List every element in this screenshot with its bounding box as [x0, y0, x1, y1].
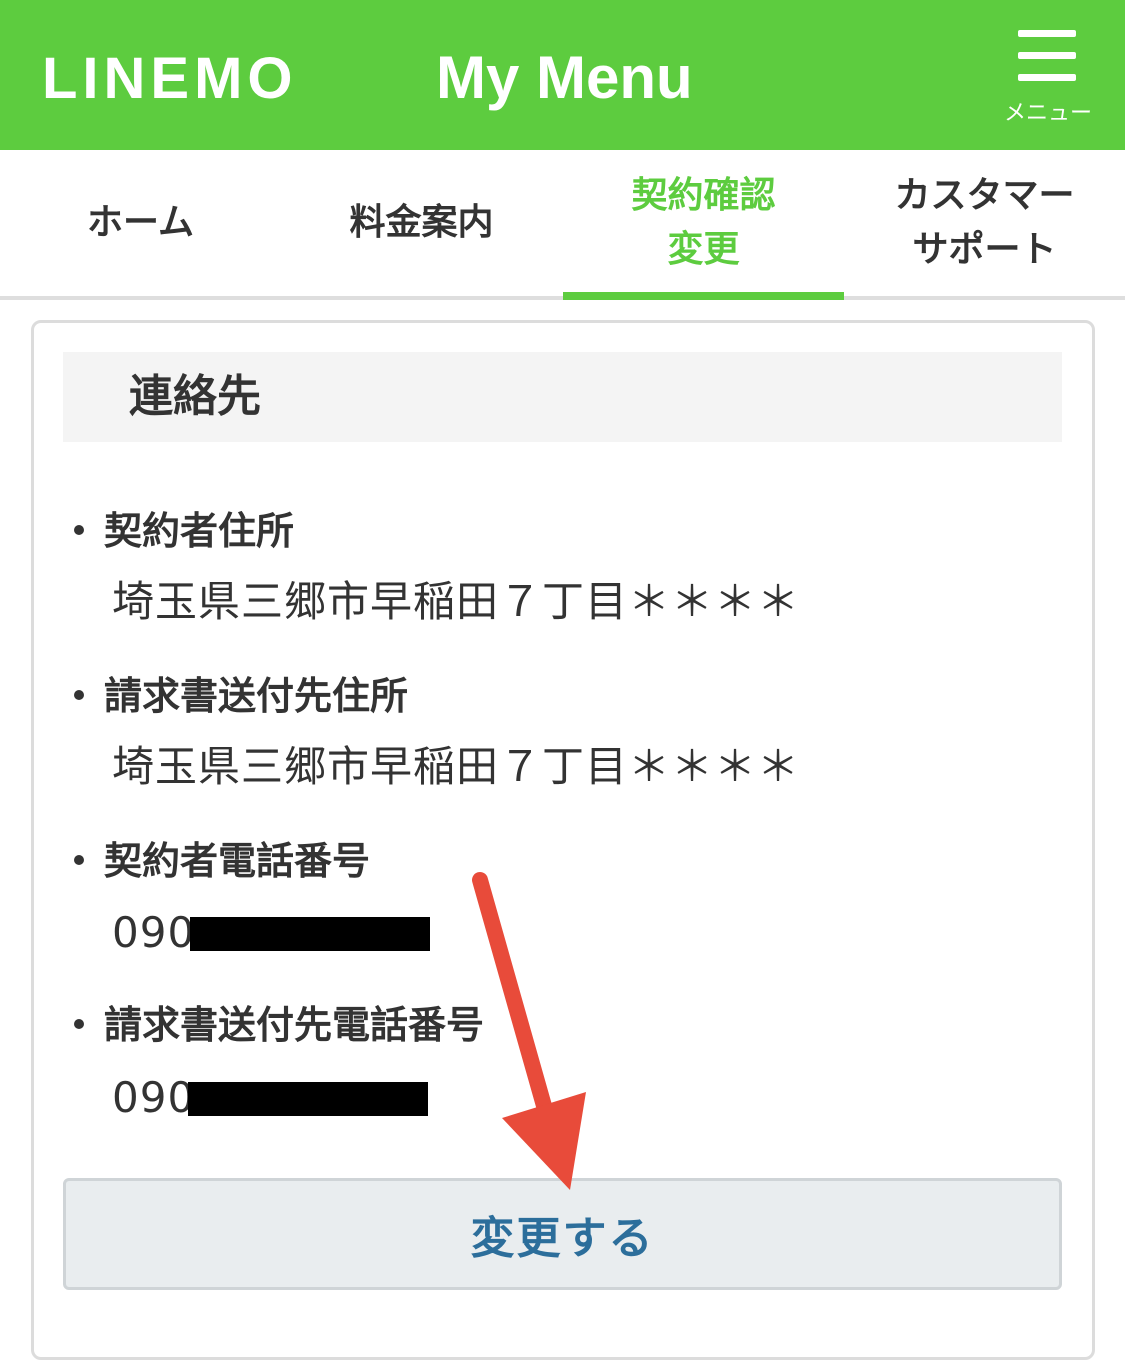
- redaction-bar: [188, 1082, 428, 1116]
- contract-address-value: 埼玉県三郷市早稲田７丁目＊＊＊＊: [112, 577, 801, 626]
- tab-contract[interactable]: 契約確認 変更: [563, 150, 844, 296]
- hamburger-icon-bar: [1018, 52, 1076, 59]
- bullet-icon: [74, 524, 84, 535]
- section-title: 連絡先: [129, 371, 261, 422]
- section-header: 連絡先: [63, 352, 1062, 442]
- linemo-logo[interactable]: LINEMO: [42, 46, 298, 112]
- bullet-icon: [74, 1018, 84, 1029]
- tab-bar: ホーム 料金案内 契約確認 変更 カスタマー サポート: [0, 150, 1125, 300]
- contract-address-label: 契約者住所: [74, 506, 294, 556]
- hamburger-icon-bar: [1018, 74, 1076, 81]
- change-button[interactable]: 変更する: [63, 1178, 1062, 1290]
- tab-label: 料金案内: [349, 202, 494, 243]
- tab-pricing[interactable]: 料金案内: [281, 150, 562, 296]
- billing-address-label: 請求書送付先住所: [74, 671, 408, 721]
- page-title: My Menu: [436, 44, 693, 111]
- tab-support[interactable]: カスタマー サポート: [844, 150, 1125, 296]
- bullet-icon: [74, 689, 84, 700]
- tab-label: ホーム: [87, 202, 194, 243]
- hamburger-icon: [1018, 30, 1076, 37]
- menu-button[interactable]: メニュー: [996, 24, 1100, 134]
- redaction-bar: [190, 917, 430, 951]
- billing-phone-label: 請求書送付先電話番号: [74, 1000, 484, 1050]
- contract-phone-label: 契約者電話番号: [74, 836, 370, 886]
- menu-label: メニュー: [1003, 101, 1092, 126]
- tab-label: カスタマー サポート: [894, 175, 1075, 270]
- billing-phone-value: 090: [112, 1073, 196, 1122]
- app-header: LINEMO My Menu メニュー: [0, 0, 1125, 150]
- change-button-label: 変更する: [470, 1213, 655, 1264]
- bullet-icon: [74, 854, 84, 865]
- active-tab-indicator: [563, 292, 844, 300]
- tab-label: 契約確認 変更: [631, 175, 776, 270]
- tab-home[interactable]: ホーム: [0, 150, 281, 296]
- contract-phone-value: 090: [112, 908, 196, 957]
- billing-address-value: 埼玉県三郷市早稲田７丁目＊＊＊＊: [112, 742, 801, 791]
